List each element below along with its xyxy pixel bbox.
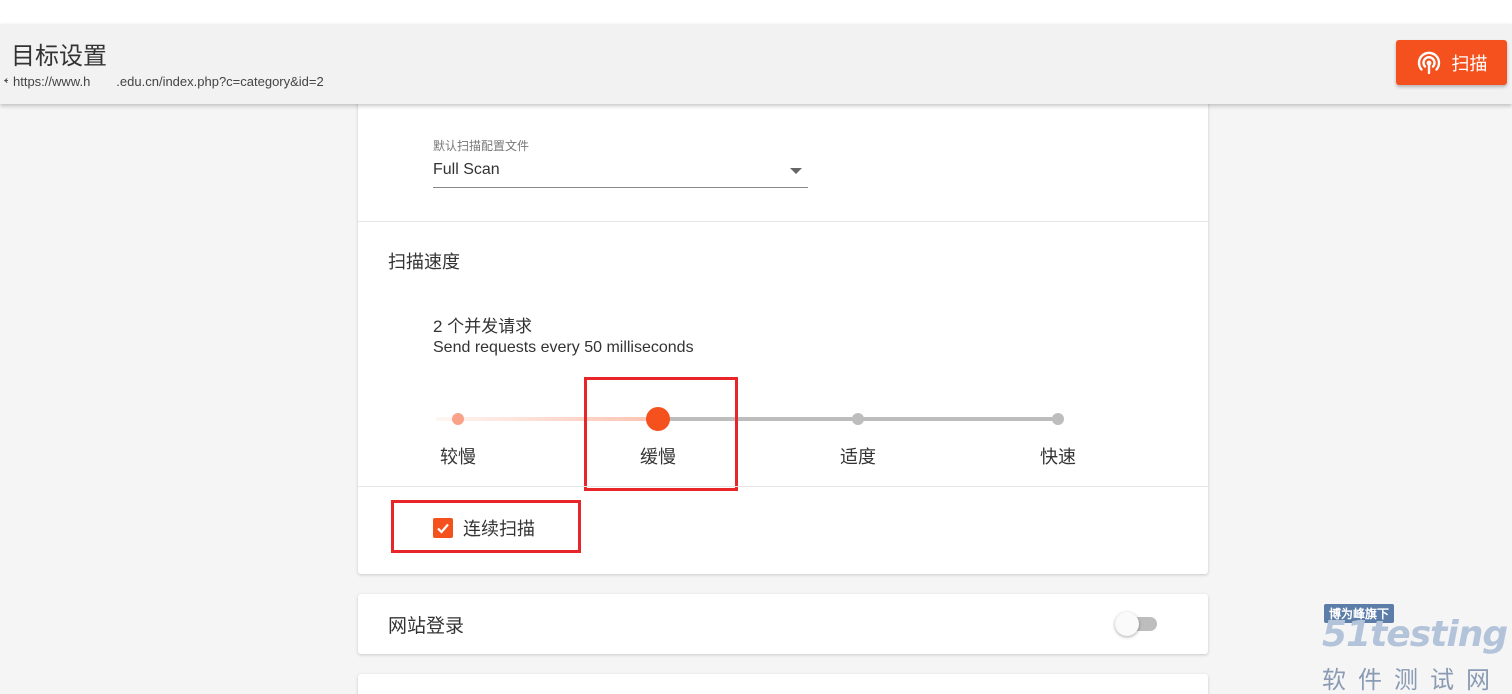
slider-tick-moderate[interactable]: [852, 413, 864, 425]
site-login-toggle[interactable]: [1115, 612, 1157, 636]
slider-tick-slower[interactable]: [452, 413, 464, 425]
next-settings-card: [358, 674, 1208, 694]
speed-label-moderate: 适度: [840, 447, 876, 467]
annotation-box-continuous: [391, 500, 581, 553]
scan-radar-icon: [1416, 50, 1442, 76]
speed-label-slower: 较慢: [440, 447, 476, 467]
scan-speed-slider[interactable]: 较慢 缓慢 适度 快速: [358, 96, 1208, 476]
page-header: ← 目标设置 https://www.h .edu.cn/index.php?c…: [0, 24, 1512, 104]
watermark-logo: 博为峰旗下 51testing 软件测试网: [1318, 602, 1508, 694]
section-divider: [358, 486, 1208, 487]
site-login-title: 网站登录: [388, 616, 465, 637]
back-arrow-icon[interactable]: ←: [0, 69, 8, 87]
page-title: 目标设置: [11, 43, 107, 70]
toggle-knob: [1115, 612, 1139, 636]
annotation-box-speed: [584, 377, 738, 491]
target-url: https://www.h .edu.cn/index.php?c=catego…: [13, 74, 324, 89]
scan-settings-card: 默认扫描配置文件 Full Scan 扫描速度 2 个并发请求 Send req…: [358, 96, 1208, 574]
speed-label-fast: 快速: [1040, 447, 1076, 467]
watermark-subtitle: 软件测试网: [1322, 667, 1502, 694]
watermark-word: 51testing: [1322, 614, 1508, 655]
site-login-card: 网站登录: [358, 594, 1208, 654]
slider-tick-fast[interactable]: [1052, 413, 1064, 425]
scan-button-label: 扫描: [1451, 53, 1488, 74]
scan-button[interactable]: 扫描: [1396, 40, 1507, 85]
top-strip: [0, 0, 1512, 24]
